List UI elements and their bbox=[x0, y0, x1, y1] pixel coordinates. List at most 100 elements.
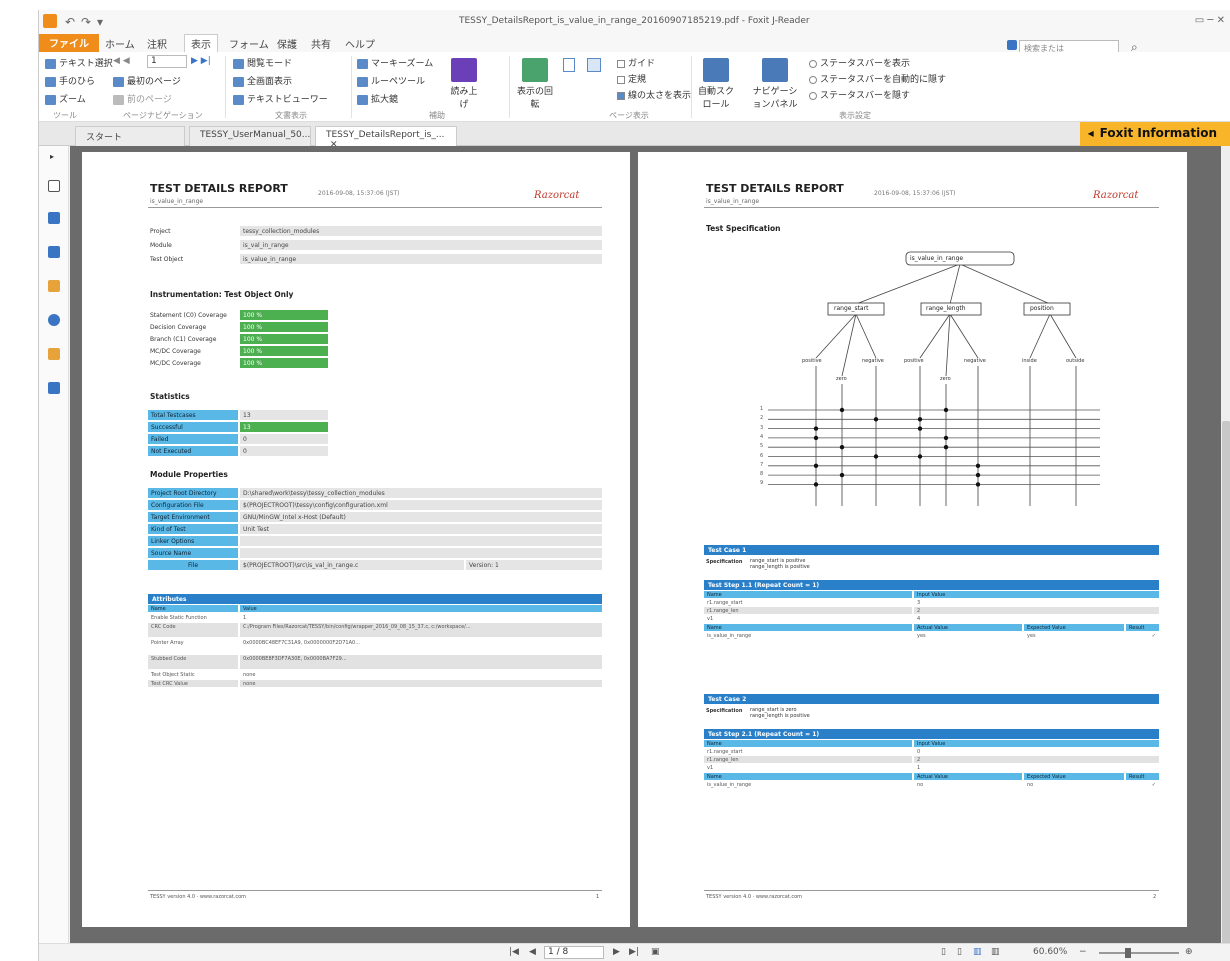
bookmark-icon[interactable] bbox=[48, 212, 60, 224]
nav-panel-icon bbox=[762, 58, 788, 82]
foxit-information-button[interactable]: ◂ Foxit Information bbox=[1079, 122, 1230, 146]
zoom-slider-thumb[interactable] bbox=[1125, 948, 1131, 958]
zoom-out-icon[interactable]: − bbox=[1079, 947, 1087, 957]
tree-leaf: inside bbox=[1022, 358, 1037, 364]
left-sidebar: ▸ bbox=[39, 146, 69, 943]
prev-page-nav-icon[interactable]: ◀ bbox=[529, 947, 536, 957]
input-name: r1.range_len bbox=[704, 607, 912, 614]
input-name: r1.range_start bbox=[704, 599, 912, 606]
status-show-radio[interactable]: ステータスバーを表示 bbox=[809, 56, 910, 69]
test-matrix-mark bbox=[813, 435, 819, 441]
last-page-nav-icon[interactable]: ▶| bbox=[629, 947, 639, 957]
doc-tab-usermanual[interactable]: TESSY_UserManual_50... bbox=[189, 126, 311, 146]
text-viewer-button[interactable]: テキストビューワー bbox=[233, 92, 328, 105]
facing-view-icon[interactable]: ▥ bbox=[973, 947, 982, 957]
tab-home[interactable]: ホーム bbox=[105, 36, 135, 51]
tab-file[interactable]: ファイル bbox=[39, 34, 99, 52]
report-date: 2016-09-08, 15:37:06 (JST) bbox=[318, 190, 400, 197]
test-matrix-row-label: 4 bbox=[760, 433, 764, 440]
status-autohide-radio[interactable]: ステータスバーを自動的に隠す bbox=[809, 72, 946, 85]
attachment-icon[interactable] bbox=[48, 314, 60, 326]
scrollbar-thumb[interactable] bbox=[1222, 421, 1230, 961]
zoom-slider[interactable] bbox=[1099, 952, 1179, 954]
comments-icon[interactable] bbox=[48, 280, 60, 292]
guides-checkbox[interactable]: ガイド bbox=[617, 56, 655, 69]
security-lock-icon[interactable] bbox=[48, 348, 60, 360]
view-mode-icon[interactable]: ▣ bbox=[651, 947, 660, 957]
module-prop-label: Kind of Test bbox=[148, 524, 238, 534]
rotate-view-button[interactable]: 表示の回転 bbox=[515, 58, 555, 110]
tab-help[interactable]: ヘルプ bbox=[345, 36, 375, 51]
first-page-nav-icon[interactable]: |◀ bbox=[509, 947, 519, 957]
quick-access-dropdown-icon[interactable]: ▾ bbox=[97, 15, 103, 29]
module-prop-value: $(PROJECTROOT)\tessy\config\configuratio… bbox=[240, 500, 602, 510]
page-number-input[interactable]: 1 bbox=[147, 55, 187, 68]
test-matrix-mark bbox=[943, 407, 949, 413]
input-col-value: Input Value bbox=[914, 740, 1159, 747]
attr-value: 0x0000BC48EF7C31A9, 0x0000000F2D71A0... bbox=[240, 639, 602, 653]
select-text-button[interactable]: テキスト選択 bbox=[45, 56, 113, 69]
magnifier-button[interactable]: 拡大鏡 bbox=[357, 92, 398, 105]
two-page-icon[interactable] bbox=[587, 58, 601, 72]
input-value: 1 bbox=[914, 764, 1159, 771]
status-hide-radio[interactable]: ステータスバーを隠す bbox=[809, 88, 910, 101]
report-title: TEST DETAILS REPORT bbox=[150, 182, 288, 195]
loupe-button[interactable]: ルーペツール bbox=[357, 74, 425, 87]
auto-scroll-button[interactable]: 自動スクロール bbox=[695, 58, 737, 110]
single-page-view-icon[interactable]: ▯ bbox=[941, 947, 946, 957]
tab-protect[interactable]: 保護 bbox=[277, 36, 297, 51]
doc-tab-report[interactable]: TESSY_DetailsReport_is_... ✕ bbox=[315, 126, 457, 150]
tab-view[interactable]: 表示 bbox=[184, 34, 218, 52]
redo-icon[interactable]: ↷ bbox=[81, 15, 91, 29]
stat-label: Successful bbox=[148, 422, 238, 432]
full-screen-button[interactable]: 全画面表示 bbox=[233, 74, 292, 87]
prev-view-button[interactable]: 前のページ bbox=[113, 92, 172, 105]
tab-form[interactable]: フォーム bbox=[229, 36, 269, 51]
single-page-icon[interactable] bbox=[563, 58, 575, 72]
page-thumbnail-icon[interactable] bbox=[48, 180, 60, 192]
window-controls[interactable]: ▭ ─ ✕ bbox=[1195, 15, 1225, 26]
hand-icon bbox=[45, 76, 56, 87]
attr-name: Test Object Static bbox=[148, 671, 238, 678]
output-col-expected: Expected Value bbox=[1024, 624, 1124, 631]
continuous-view-icon[interactable]: ▯ bbox=[957, 947, 962, 957]
user-icon[interactable] bbox=[1007, 40, 1017, 50]
document-view[interactable]: TEST DETAILS REPORT is_value_in_range 20… bbox=[70, 146, 1221, 943]
tab-share[interactable]: 共有 bbox=[311, 36, 331, 51]
first-page-button[interactable]: 最初のページ bbox=[113, 74, 181, 87]
undo-icon[interactable]: ↶ bbox=[65, 15, 75, 29]
project-value: tessy_collection_modules bbox=[240, 226, 602, 236]
output-name: is_value_in_range bbox=[704, 632, 912, 639]
vertical-scrollbar[interactable] bbox=[1221, 146, 1230, 961]
rulers-checkbox[interactable]: 定規 bbox=[617, 72, 646, 85]
module-prop-value: GNU/MinGW_Intel x-Host (Default) bbox=[240, 512, 602, 522]
test-case-2-header: Test Case 2 bbox=[704, 694, 1159, 704]
statistics-heading: Statistics bbox=[150, 392, 190, 401]
next-page-nav-icon[interactable]: ▶ bbox=[613, 947, 620, 957]
tab-comment[interactable]: 注釈 bbox=[147, 36, 167, 51]
doc-tab-start[interactable]: スタート bbox=[75, 126, 185, 146]
input-value: 2 bbox=[914, 607, 1159, 614]
reading-mode-button[interactable]: 閲覧モード bbox=[233, 56, 292, 69]
layers-icon[interactable] bbox=[48, 246, 60, 258]
collapse-arrow-icon[interactable]: ▸ bbox=[50, 152, 54, 161]
next-page-button[interactable]: ▶ ▶| bbox=[191, 56, 211, 66]
marquee-zoom-button[interactable]: マーキーズーム bbox=[357, 56, 433, 69]
ribbon-separator bbox=[225, 56, 226, 118]
zoom-level[interactable]: 60.60% bbox=[1033, 947, 1067, 957]
hand-tool-button[interactable]: 手のひら bbox=[45, 74, 95, 87]
line-weights-checkbox[interactable]: 線の太さを表示 bbox=[617, 88, 691, 101]
foxit-information-label: Foxit Information bbox=[1099, 126, 1217, 140]
continuous-facing-view-icon[interactable]: ▥ bbox=[991, 947, 1000, 957]
prev-page-button[interactable]: ◀ ◀ bbox=[113, 56, 130, 66]
tree-root-node: is_value_in_range bbox=[910, 255, 964, 262]
zoom-in-icon[interactable]: ⊕ bbox=[1185, 947, 1193, 957]
attr-value: 0x0000BE8F3DF7A30E, 0x0000BA7F29... bbox=[240, 655, 602, 669]
attr-name: Stubbed Code bbox=[148, 655, 238, 669]
read-aloud-button[interactable]: 読み上げ bbox=[447, 58, 481, 110]
stat-value: 0 bbox=[240, 446, 328, 456]
page-number-field[interactable]: 1 / 8 bbox=[544, 946, 604, 959]
nav-panel-button[interactable]: ナビゲーションパネル bbox=[751, 58, 799, 110]
signature-icon[interactable] bbox=[48, 382, 60, 394]
zoom-button[interactable]: ズーム bbox=[45, 92, 86, 105]
